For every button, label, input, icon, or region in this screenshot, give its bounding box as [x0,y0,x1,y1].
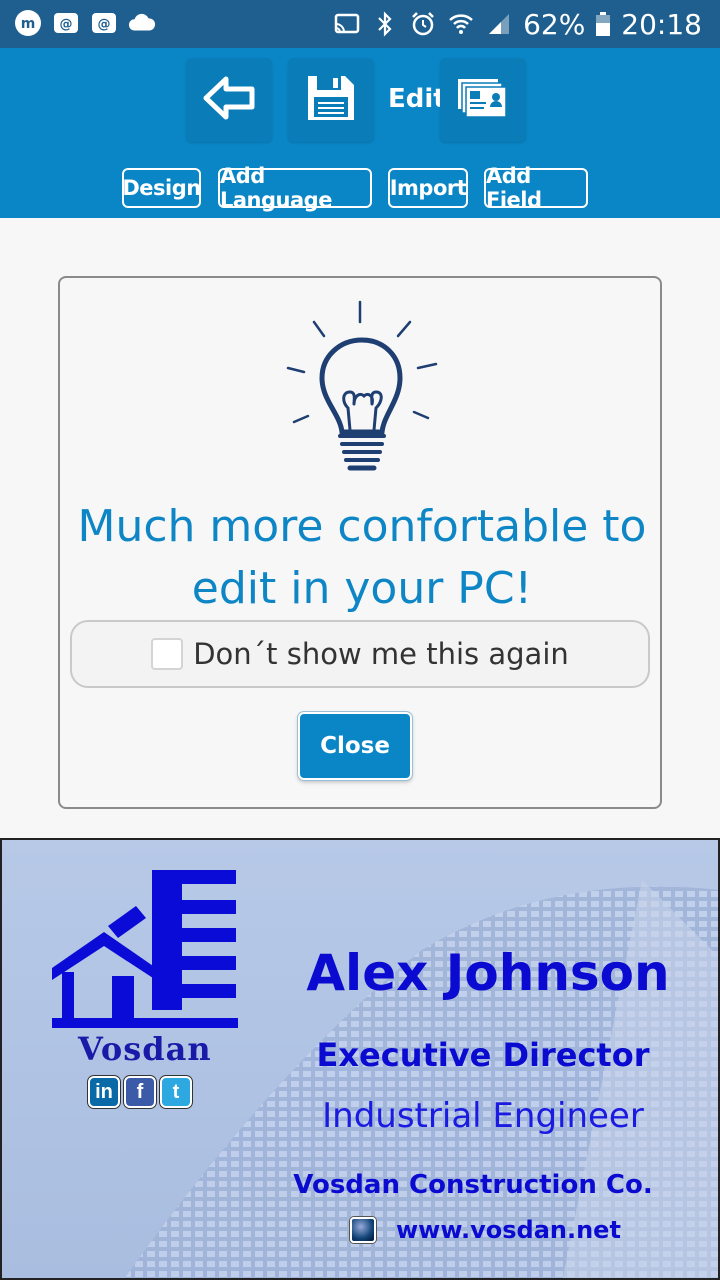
status-bar: m @ @ 62% 20:18 [0,0,720,48]
dialog-message: Much more confortable to edit in your PC… [70,496,654,620]
dialog-message-line2: edit in your PC! [191,563,533,614]
bluetooth-icon [371,10,399,38]
alarm-icon [409,10,437,38]
battery-icon [595,10,611,38]
dialog-message-line1: Much more confortable to [77,501,647,552]
save-button[interactable] [288,58,374,142]
globe-icon [350,1217,376,1243]
card-name: Alex Johnson [306,944,670,1002]
battery-percent: 62% [523,7,586,41]
tab-row: Design Add Language Import Add Field [0,164,720,212]
dont-show-again-option[interactable]: Don´t show me this again [70,620,650,688]
signal-icon [485,10,513,38]
close-button[interactable]: Close [298,712,412,780]
card-role: Industrial Engineer [322,1096,644,1136]
logo-text: Vosdan [78,1030,212,1068]
svg-text:@: @ [98,17,111,32]
back-arrow-icon [202,75,256,126]
floppy-disk-icon [305,73,357,128]
cloud-icon [128,9,156,37]
wifi-icon [447,10,475,38]
back-button[interactable] [186,58,272,142]
tip-dialog: Much more confortable to edit in your PC… [58,276,662,809]
dont-show-label: Don´t show me this again [193,637,569,671]
card-company: Vosdan Construction Co. [293,1170,653,1200]
tab-design[interactable]: Design [122,168,201,208]
business-card-button[interactable] [440,58,526,142]
tab-add-field[interactable]: Add Field [484,164,588,212]
business-card-preview[interactable]: Vosdan in f t Alex Johnson Executive Dir… [0,838,720,1280]
lightbulb-icon [284,296,444,486]
svg-text:@: @ [60,17,73,32]
messenger-icon: m [14,9,42,37]
email-icon: @ [52,9,80,37]
content-area: Much more confortable to edit in your PC… [0,218,720,838]
dont-show-checkbox[interactable] [151,638,184,670]
business-card-icon [456,75,510,126]
toolbar: Edit Design Add Language Import Add Fiel… [0,48,720,218]
twitter-icon[interactable]: t [160,1076,192,1108]
social-icons: in f t [88,1076,192,1108]
svg-text:m: m [21,16,36,32]
website-text: www.vosdan.net [396,1216,621,1244]
tab-import[interactable]: Import [388,168,468,208]
card-website: www.vosdan.net [350,1216,621,1244]
edit-label: Edit [388,84,446,114]
linkedin-icon[interactable]: in [88,1076,120,1108]
cast-icon [333,10,361,38]
clock: 20:18 [621,7,702,41]
status-left-icons: m @ @ [14,9,156,37]
tab-add-language[interactable]: Add Language [218,164,372,212]
card-job-title: Executive Director [316,1036,650,1074]
facebook-icon[interactable]: f [124,1076,156,1108]
status-right-icons: 62% 20:18 [333,6,702,42]
email-icon: @ [90,9,118,37]
